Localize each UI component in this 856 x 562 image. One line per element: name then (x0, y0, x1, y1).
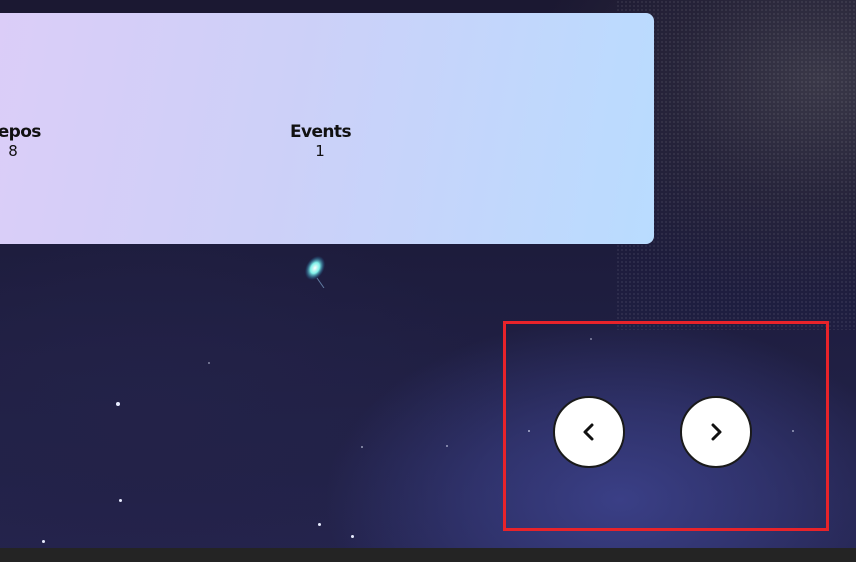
events-label: Events (290, 122, 352, 142)
chevron-left-icon (583, 423, 594, 441)
events-stat: Events 1 (290, 121, 352, 160)
star (361, 446, 363, 448)
carousel-controls-highlight (503, 321, 829, 531)
comet-image (304, 255, 326, 288)
previous-button[interactable] (553, 396, 625, 468)
bottom-bar (0, 548, 856, 562)
repos-stat: Repos 8 (0, 121, 46, 160)
star (42, 540, 45, 543)
star (318, 523, 321, 526)
star (351, 535, 354, 538)
events-count: 1 (315, 142, 325, 160)
chevron-right-icon (711, 423, 722, 441)
profile-stats-card: Repos 8 Events 1 (0, 13, 654, 244)
star (116, 402, 120, 406)
next-button[interactable] (680, 396, 752, 468)
star (446, 445, 448, 447)
star (208, 362, 210, 364)
repos-label: Repos (0, 122, 41, 142)
repos-count: 8 (8, 142, 18, 160)
star (119, 499, 122, 502)
